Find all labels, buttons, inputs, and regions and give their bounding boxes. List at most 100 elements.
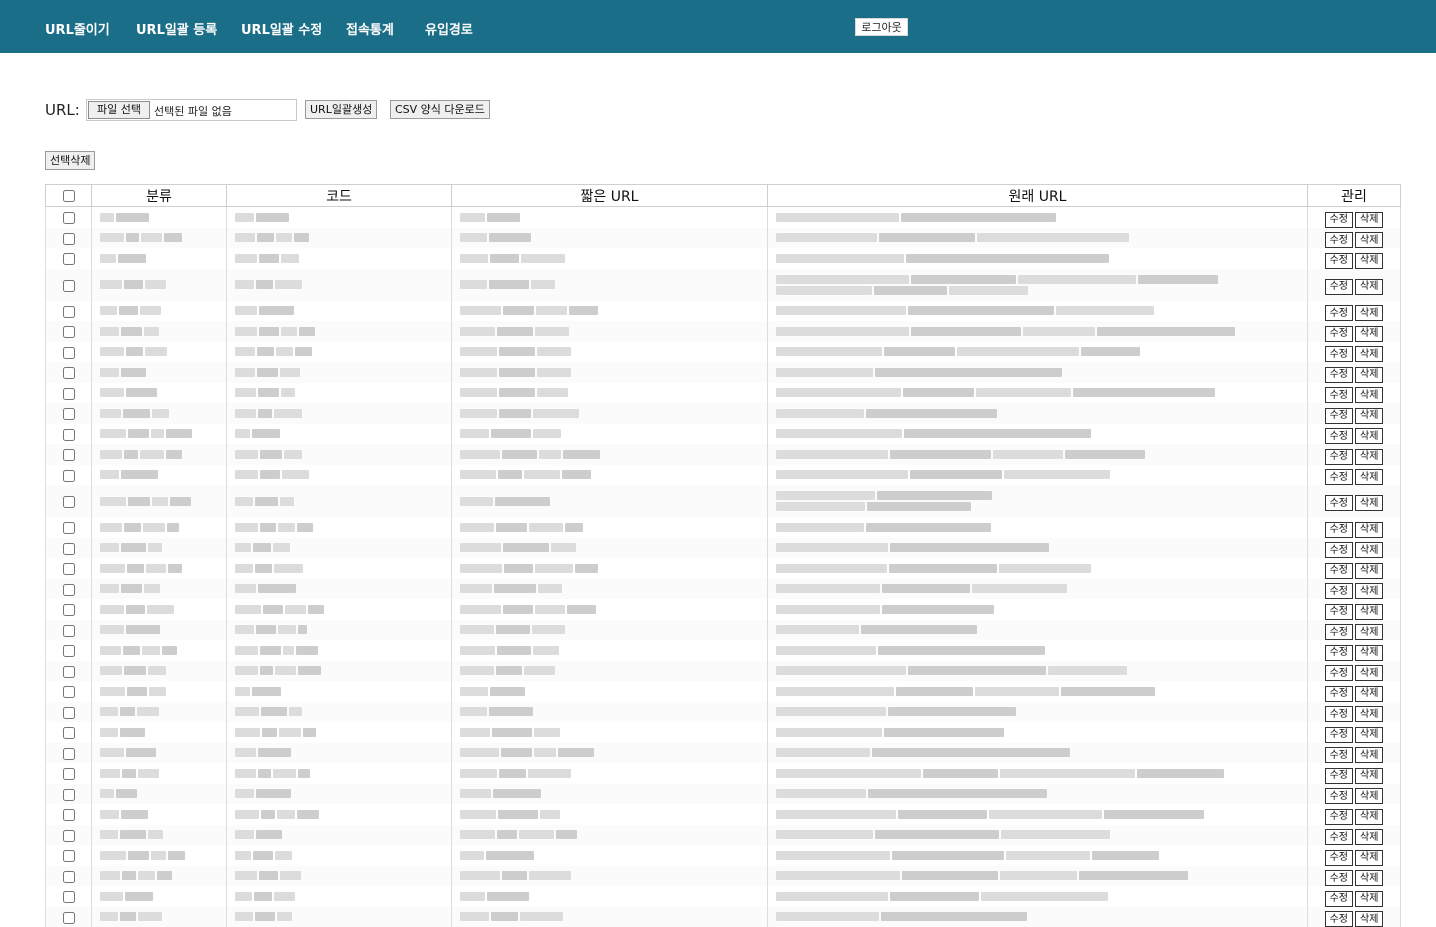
row-checkbox[interactable] [63, 871, 75, 883]
short-url-cell[interactable] [452, 269, 768, 301]
edit-button[interactable]: 수정 [1325, 522, 1353, 538]
delete-selected-button[interactable]: 선택삭제 [45, 151, 95, 170]
delete-button[interactable]: 삭제 [1355, 727, 1383, 743]
row-checkbox[interactable] [63, 809, 75, 821]
delete-button[interactable]: 삭제 [1355, 829, 1383, 845]
row-checkbox[interactable] [63, 233, 75, 245]
delete-button[interactable]: 삭제 [1355, 850, 1383, 866]
delete-button[interactable]: 삭제 [1355, 232, 1383, 248]
short-url-cell[interactable] [452, 403, 768, 424]
row-checkbox[interactable] [63, 347, 75, 359]
delete-button[interactable]: 삭제 [1355, 522, 1383, 538]
edit-button[interactable]: 수정 [1325, 686, 1353, 702]
delete-button[interactable]: 삭제 [1355, 367, 1383, 383]
short-url-cell[interactable] [452, 248, 768, 269]
edit-button[interactable]: 수정 [1325, 870, 1353, 886]
row-checkbox[interactable] [63, 727, 75, 739]
edit-button[interactable]: 수정 [1325, 706, 1353, 722]
edit-button[interactable]: 수정 [1325, 279, 1353, 295]
edit-button[interactable]: 수정 [1325, 911, 1353, 927]
delete-button[interactable]: 삭제 [1355, 253, 1383, 269]
delete-button[interactable]: 삭제 [1355, 305, 1383, 321]
row-checkbox[interactable] [63, 891, 75, 903]
short-url-cell[interactable] [452, 907, 768, 927]
short-url-cell[interactable] [452, 784, 768, 805]
row-checkbox[interactable] [63, 470, 75, 482]
edit-button[interactable]: 수정 [1325, 645, 1353, 661]
edit-button[interactable]: 수정 [1325, 253, 1353, 269]
short-url-cell[interactable] [452, 743, 768, 764]
row-checkbox[interactable] [63, 429, 75, 441]
edit-button[interactable]: 수정 [1325, 346, 1353, 362]
row-checkbox[interactable] [63, 306, 75, 318]
delete-button[interactable]: 삭제 [1355, 665, 1383, 681]
short-url-cell[interactable] [452, 579, 768, 600]
delete-button[interactable]: 삭제 [1355, 469, 1383, 485]
short-url-cell[interactable] [452, 886, 768, 907]
bulk-generate-button[interactable]: URL일괄생성 [305, 100, 377, 119]
delete-button[interactable]: 삭제 [1355, 326, 1383, 342]
delete-button[interactable]: 삭제 [1355, 768, 1383, 784]
delete-button[interactable]: 삭제 [1355, 495, 1383, 511]
choose-file-button[interactable]: 파일 선택 [88, 101, 150, 119]
row-checkbox[interactable] [63, 789, 75, 801]
edit-button[interactable]: 수정 [1325, 563, 1353, 579]
nav-access-stats[interactable]: 접속통계 [346, 19, 394, 38]
row-checkbox[interactable] [63, 604, 75, 616]
delete-button[interactable]: 삭제 [1355, 870, 1383, 886]
edit-button[interactable]: 수정 [1325, 428, 1353, 444]
edit-button[interactable]: 수정 [1325, 387, 1353, 403]
short-url-cell[interactable] [452, 661, 768, 682]
row-checkbox[interactable] [63, 666, 75, 678]
row-checkbox[interactable] [63, 388, 75, 400]
short-url-cell[interactable] [452, 722, 768, 743]
short-url-cell[interactable] [452, 558, 768, 579]
delete-button[interactable]: 삭제 [1355, 408, 1383, 424]
delete-button[interactable]: 삭제 [1355, 346, 1383, 362]
edit-button[interactable]: 수정 [1325, 850, 1353, 866]
nav-url-shorten[interactable]: URL줄이기 [45, 19, 110, 38]
short-url-cell[interactable] [452, 517, 768, 538]
row-checkbox[interactable] [63, 584, 75, 596]
short-url-cell[interactable] [452, 804, 768, 825]
delete-button[interactable]: 삭제 [1355, 911, 1383, 927]
row-checkbox[interactable] [63, 645, 75, 657]
short-url-cell[interactable] [452, 640, 768, 661]
row-checkbox[interactable] [63, 326, 75, 338]
nav-referrer[interactable]: 유입경로 [425, 19, 473, 38]
row-checkbox[interactable] [63, 850, 75, 862]
delete-button[interactable]: 삭제 [1355, 542, 1383, 558]
edit-button[interactable]: 수정 [1325, 788, 1353, 804]
edit-button[interactable]: 수정 [1325, 305, 1353, 321]
delete-button[interactable]: 삭제 [1355, 387, 1383, 403]
delete-button[interactable]: 삭제 [1355, 706, 1383, 722]
edit-button[interactable]: 수정 [1325, 367, 1353, 383]
delete-button[interactable]: 삭제 [1355, 809, 1383, 825]
delete-button[interactable]: 삭제 [1355, 686, 1383, 702]
short-url-cell[interactable] [452, 207, 768, 228]
delete-button[interactable]: 삭제 [1355, 624, 1383, 640]
edit-button[interactable]: 수정 [1325, 891, 1353, 907]
short-url-cell[interactable] [452, 383, 768, 404]
edit-button[interactable]: 수정 [1325, 495, 1353, 511]
edit-button[interactable]: 수정 [1325, 449, 1353, 465]
delete-button[interactable]: 삭제 [1355, 428, 1383, 444]
edit-button[interactable]: 수정 [1325, 768, 1353, 784]
delete-button[interactable]: 삭제 [1355, 212, 1383, 228]
row-checkbox[interactable] [63, 830, 75, 842]
row-checkbox[interactable] [63, 449, 75, 461]
delete-button[interactable]: 삭제 [1355, 604, 1383, 620]
delete-button[interactable]: 삭제 [1355, 891, 1383, 907]
delete-button[interactable]: 삭제 [1355, 449, 1383, 465]
row-checkbox[interactable] [63, 707, 75, 719]
delete-button[interactable]: 삭제 [1355, 788, 1383, 804]
edit-button[interactable]: 수정 [1325, 665, 1353, 681]
row-checkbox[interactable] [63, 543, 75, 555]
short-url-cell[interactable] [452, 342, 768, 363]
edit-button[interactable]: 수정 [1325, 583, 1353, 599]
row-checkbox[interactable] [63, 748, 75, 760]
row-checkbox[interactable] [63, 563, 75, 575]
edit-button[interactable]: 수정 [1325, 469, 1353, 485]
delete-button[interactable]: 삭제 [1355, 583, 1383, 599]
select-all-checkbox[interactable] [63, 190, 75, 202]
